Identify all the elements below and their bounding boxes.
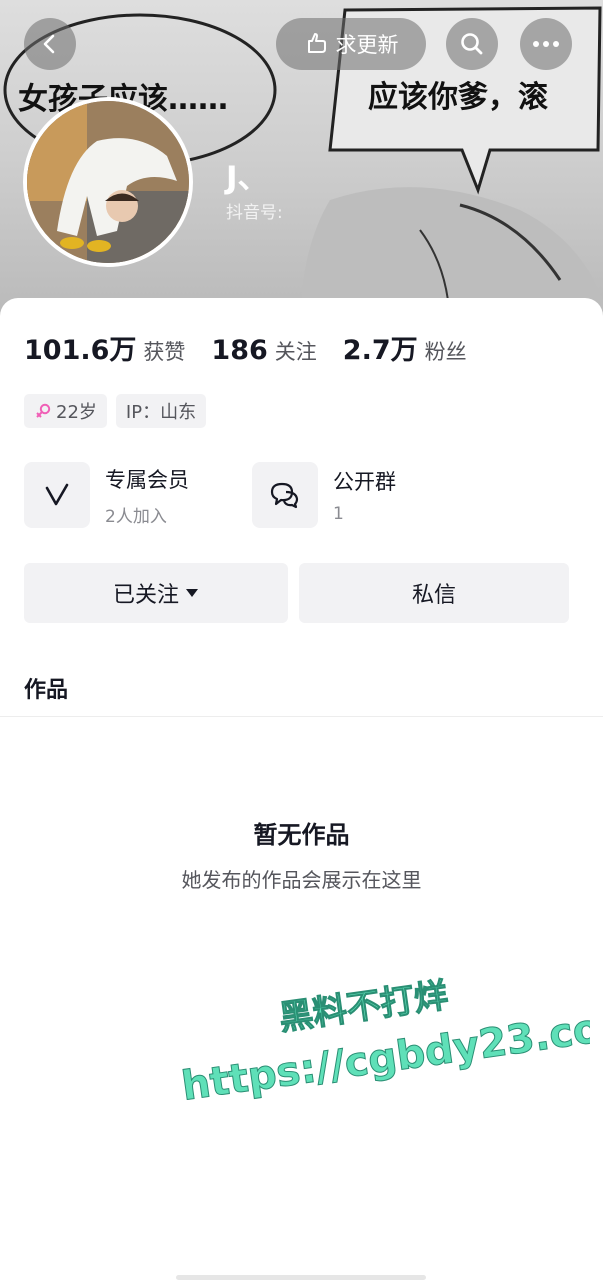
group-chat-icon bbox=[270, 482, 299, 509]
profile-name: J、 bbox=[226, 160, 269, 196]
v-badge-icon bbox=[45, 483, 69, 506]
profile-banner: 女孩子应该…… 应该你爹，滚 求更新 bbox=[0, 0, 603, 330]
profile-tags: 22岁 IP：山东 bbox=[24, 394, 207, 428]
hand-point-icon bbox=[307, 33, 326, 53]
empty-works-title: 暂无作品 bbox=[253, 821, 350, 849]
member-sub: 2人加入 bbox=[105, 506, 167, 527]
member-title: 专属会员 bbox=[105, 467, 189, 492]
likes-label: 获赞 bbox=[143, 340, 186, 364]
followed-button[interactable]: 已关注 bbox=[24, 563, 288, 623]
group-title: 公开群 bbox=[333, 470, 396, 494]
followers-count[interactable]: 2.7万 bbox=[343, 328, 418, 367]
message-label: 私信 bbox=[411, 583, 456, 608]
request-update-label: 求更新 bbox=[335, 33, 399, 57]
request-update-button[interactable]: 求更新 bbox=[276, 18, 426, 70]
avatar[interactable] bbox=[23, 97, 193, 267]
following-count[interactable]: 186 bbox=[211, 335, 267, 366]
member-icon-box bbox=[24, 462, 90, 528]
search-icon bbox=[461, 33, 483, 55]
group-sub: 1 bbox=[333, 504, 344, 524]
back-button[interactable] bbox=[24, 18, 76, 70]
following-label: 关注 bbox=[274, 340, 317, 364]
public-group-entry[interactable]: 公开群 1 bbox=[252, 462, 396, 528]
douyin-id-label: 抖音号: bbox=[226, 203, 283, 223]
caret-down-icon bbox=[186, 589, 198, 597]
message-button[interactable]: 私信 bbox=[299, 563, 569, 623]
female-gender-icon bbox=[36, 403, 51, 418]
ip-text: IP：山东 bbox=[125, 402, 197, 423]
profile-card: 101.6万 获赞 186 关注 2.7万 粉丝 22岁 IP：山东 专属会员 … bbox=[0, 298, 603, 1280]
empty-works-subtitle: 她发布的作品会展示在这里 bbox=[181, 868, 422, 892]
divider bbox=[0, 716, 603, 717]
more-button[interactable] bbox=[520, 18, 572, 70]
age-text: 22岁 bbox=[56, 402, 97, 423]
avatar-photo bbox=[27, 101, 189, 263]
stats-row: 101.6万 获赞 186 关注 2.7万 粉丝 bbox=[24, 328, 493, 367]
works-tab[interactable]: 作品 bbox=[24, 672, 68, 704]
age-tag: 22岁 bbox=[24, 394, 107, 428]
followers-label: 粉丝 bbox=[424, 340, 467, 364]
exclusive-member-entry[interactable]: 专属会员 2人加入 bbox=[24, 462, 189, 528]
more-dots-icon bbox=[533, 41, 559, 47]
home-indicator bbox=[176, 1275, 426, 1280]
followed-label: 已关注 bbox=[112, 583, 179, 608]
search-button[interactable] bbox=[446, 18, 498, 70]
chevron-left-icon bbox=[43, 34, 55, 54]
banner-text-right: 应该你爹，滚 bbox=[368, 80, 548, 115]
ip-tag: IP：山东 bbox=[115, 394, 207, 428]
group-icon-box bbox=[252, 462, 318, 528]
watermark: 黑料不打烊 https://cgbdy23.com bbox=[178, 975, 590, 1100]
likes-count[interactable]: 101.6万 bbox=[24, 328, 136, 367]
